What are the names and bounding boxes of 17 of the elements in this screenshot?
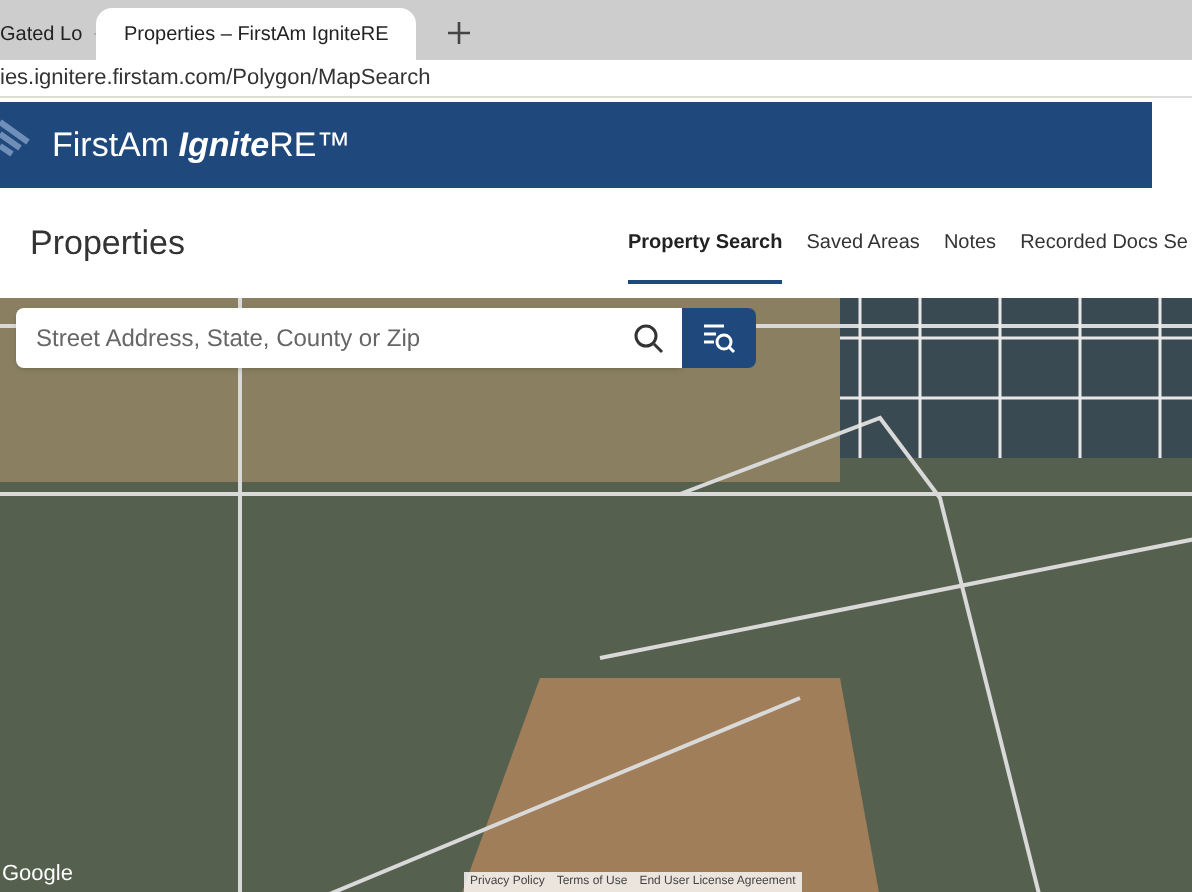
address-bar-url[interactable]: ies.ignitere.firstam.com/Polygon/MapSearch bbox=[0, 61, 431, 95]
wing-logo-icon bbox=[0, 114, 32, 158]
page-tab[interactable]: Notes bbox=[943, 207, 997, 283]
advanced-search-button[interactable] bbox=[682, 308, 756, 368]
search-icon bbox=[634, 323, 664, 353]
filter-search-icon bbox=[701, 322, 737, 354]
new-tab-icon[interactable] bbox=[448, 22, 470, 44]
page-tab[interactable]: Property Search bbox=[627, 207, 783, 283]
browser-tab[interactable]: Gated Lo bbox=[0, 8, 96, 60]
browser-tab[interactable]: Properties – FirstAm IgniteRE bbox=[96, 8, 416, 60]
page-tab[interactable]: Recorded Docs Se bbox=[1020, 207, 1188, 283]
search-input: Street Address, State, County or Zip bbox=[16, 320, 634, 356]
page-tab[interactable]: Saved Areas bbox=[806, 207, 920, 283]
brand-logo: FirstAm IgniteRE™ bbox=[52, 123, 351, 168]
search-field[interactable]: Street Address, State, County or Zip bbox=[16, 308, 682, 368]
page-title: Properties bbox=[30, 221, 185, 266]
google-attribution: Google bbox=[2, 859, 73, 889]
